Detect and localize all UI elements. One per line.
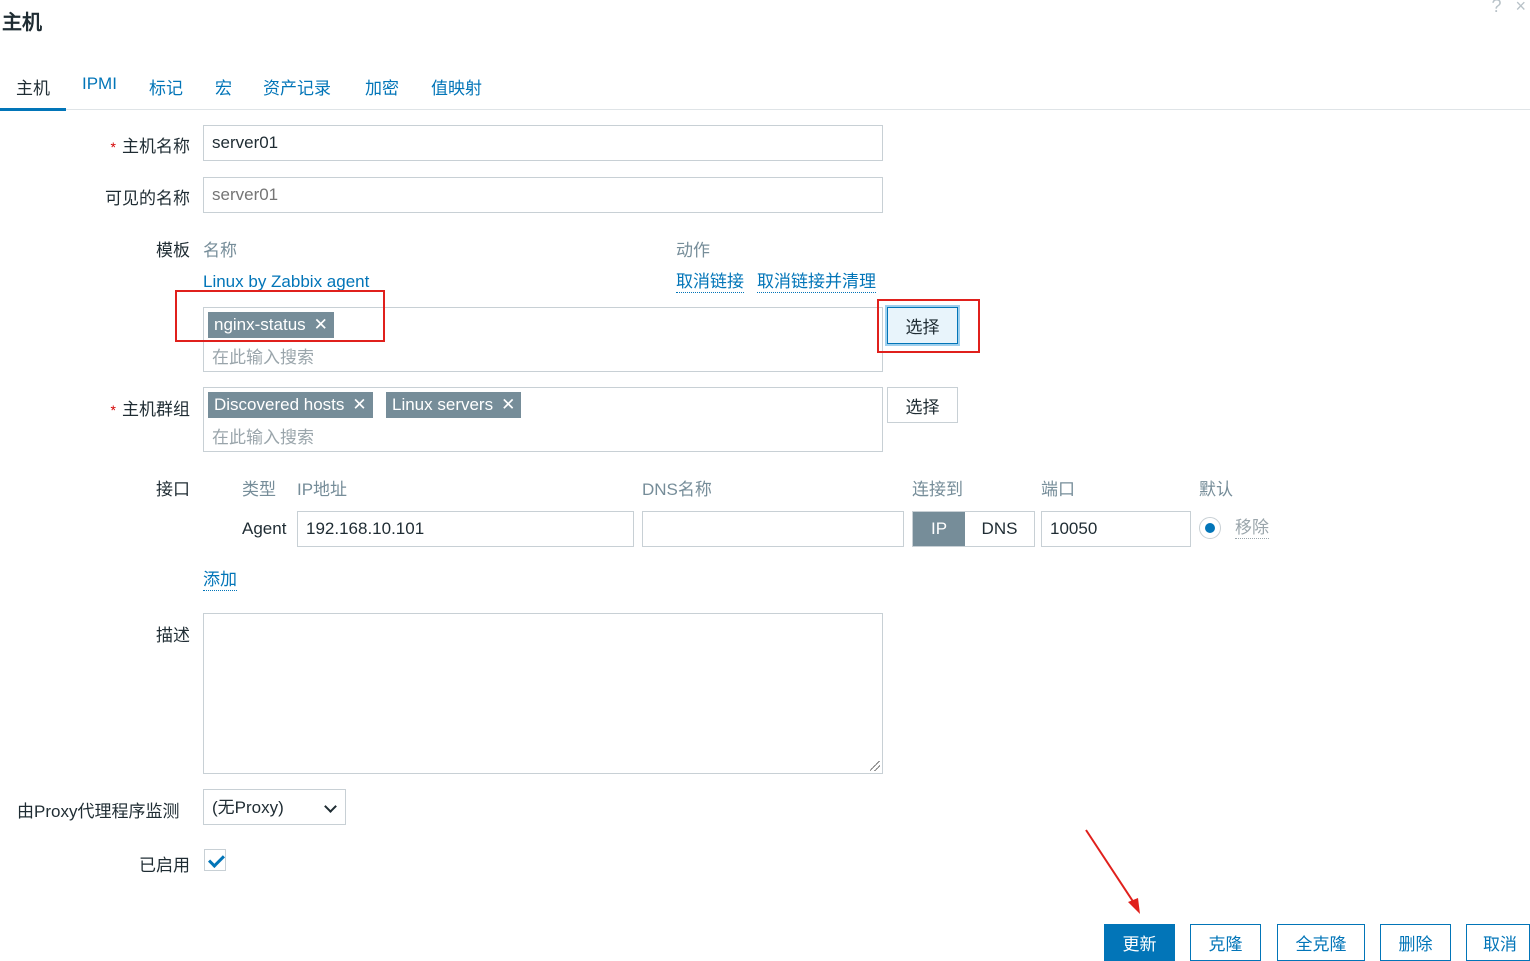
host-name-label: * 主机名称 xyxy=(110,137,190,156)
interface-port-input[interactable] xyxy=(1041,511,1191,547)
description-textarea[interactable] xyxy=(203,613,883,774)
tab-value-mapping[interactable]: 值映射 xyxy=(431,74,482,99)
interfaces-label: 接口 xyxy=(156,480,190,499)
templates-col-action: 动作 xyxy=(676,241,710,260)
delete-button[interactable]: 删除 xyxy=(1380,924,1451,961)
tab-ipmi[interactable]: IPMI xyxy=(82,74,117,94)
full-clone-button[interactable]: 全克隆 xyxy=(1277,924,1365,961)
help-icon[interactable]: ? xyxy=(1491,0,1501,16)
chevron-down-icon xyxy=(324,800,337,813)
remove-chip-icon[interactable]: ✕ xyxy=(501,395,515,414)
cancel-button[interactable]: 取消 xyxy=(1466,924,1530,961)
visible-name-input[interactable] xyxy=(203,177,883,213)
tab-tags[interactable]: 标记 xyxy=(149,74,183,99)
connect-dns-option[interactable]: DNS xyxy=(965,512,1034,546)
tab-encryption[interactable]: 加密 xyxy=(365,74,399,99)
add-interface-link[interactable]: 添加 xyxy=(203,570,237,591)
linked-template-link[interactable]: Linux by Zabbix agent xyxy=(203,272,369,292)
annotation-highlight-chip xyxy=(175,290,385,342)
tab-host[interactable]: 主机 xyxy=(0,74,66,111)
dialog-title: 主机 xyxy=(2,12,42,34)
enabled-label: 已启用 xyxy=(139,856,190,875)
tab-macros[interactable]: 宏 xyxy=(215,74,232,99)
description-label: 描述 xyxy=(156,626,190,645)
host-groups-label: * 主机群组 xyxy=(110,400,190,419)
host-name-input[interactable] xyxy=(203,125,883,161)
enabled-checkbox[interactable] xyxy=(204,849,226,871)
template-search-placeholder[interactable]: 在此输入搜索 xyxy=(212,343,314,368)
interface-col-dns: DNS名称 xyxy=(642,480,712,499)
interface-col-ip: IP地址 xyxy=(297,480,348,499)
dialog-controls: ? × xyxy=(1477,0,1526,17)
proxy-select-value: (无Proxy) xyxy=(212,798,284,817)
default-interface-radio[interactable] xyxy=(1199,517,1221,539)
remove-interface-link[interactable]: 移除 xyxy=(1235,518,1269,539)
unlink-link[interactable]: 取消链接 xyxy=(676,272,744,293)
interface-ip-input[interactable] xyxy=(297,511,634,547)
host-group-multiselect[interactable]: Discovered hosts ✕ Linux servers ✕ 在此输入搜索 xyxy=(203,387,883,452)
update-button[interactable]: 更新 xyxy=(1104,924,1175,961)
resize-handle-icon[interactable] xyxy=(870,761,880,771)
interface-dns-input[interactable] xyxy=(642,511,904,547)
close-icon[interactable]: × xyxy=(1515,0,1526,16)
annotation-highlight-select xyxy=(877,299,980,353)
connect-to-toggle: IP DNS xyxy=(912,511,1035,547)
remove-chip-icon[interactable]: ✕ xyxy=(352,395,366,414)
host-group-select-button[interactable]: 选择 xyxy=(887,387,958,423)
required-marker: * xyxy=(110,139,116,155)
annotation-arrow-icon xyxy=(1085,829,1140,914)
interface-col-port: 端口 xyxy=(1041,480,1075,499)
proxy-select[interactable]: (无Proxy) xyxy=(203,789,346,825)
host-group-chip: Linux servers ✕ xyxy=(386,392,522,418)
templates-col-name: 名称 xyxy=(203,241,237,260)
connect-ip-option[interactable]: IP xyxy=(913,512,965,546)
interface-col-connect: 连接到 xyxy=(912,480,963,499)
templates-label: 模板 xyxy=(156,241,190,260)
tab-inventory[interactable]: 资产记录 xyxy=(263,74,331,99)
clone-button[interactable]: 克隆 xyxy=(1190,924,1261,961)
tab-bar: 主机 IPMI 标记 宏 资产记录 加密 值映射 xyxy=(0,72,1530,111)
unlink-clear-link[interactable]: 取消链接并清理 xyxy=(757,272,876,293)
required-marker: * xyxy=(110,402,116,418)
interface-col-default: 默认 xyxy=(1199,480,1233,499)
interface-col-type: 类型 xyxy=(242,480,276,499)
host-group-search-placeholder[interactable]: 在此输入搜索 xyxy=(212,423,314,448)
interface-type-text: Agent xyxy=(242,519,287,538)
proxy-label: 由Proxy代理程序监测 xyxy=(17,802,180,821)
host-group-chip: Discovered hosts ✕ xyxy=(208,392,373,418)
visible-name-label: 可见的名称 xyxy=(105,189,190,208)
